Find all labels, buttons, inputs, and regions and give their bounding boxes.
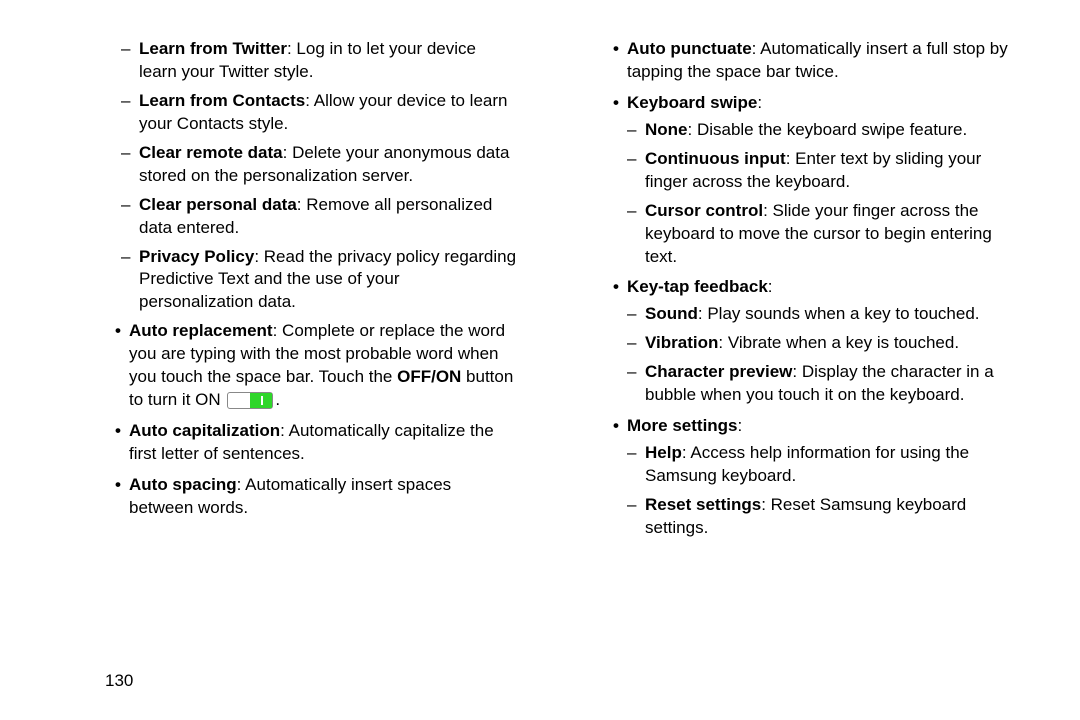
item-term: More settings — [627, 416, 738, 435]
list-item: Auto capitalization: Automatically capit… — [115, 420, 518, 466]
item-term: Keyboard swipe — [627, 93, 757, 112]
list-item: Learn from Contacts: Allow your device t… — [139, 90, 518, 136]
item-term: Cursor control — [645, 201, 763, 220]
list-item: Cursor control: Slide your finger across… — [645, 200, 1016, 269]
item-desc: : — [768, 277, 773, 296]
item-term: Privacy Policy — [139, 247, 254, 266]
item-term: Learn from Contacts — [139, 91, 305, 110]
list-item: Privacy Policy: Read the privacy policy … — [139, 246, 518, 315]
item-desc: : Access help information for using the … — [645, 443, 969, 485]
item-term: Auto replacement — [129, 321, 273, 340]
item-term: Auto spacing — [129, 475, 237, 494]
list-item: Clear remote data: Delete your anonymous… — [139, 142, 518, 188]
list-item: Vibration: Vibrate when a key is touched… — [645, 332, 1016, 355]
item-term: Clear remote data — [139, 143, 283, 162]
list-item: Continuous input: Enter text by sliding … — [645, 148, 1016, 194]
item-term: Character preview — [645, 362, 792, 381]
toggle-on-icon — [227, 392, 273, 409]
item-term: Reset settings — [645, 495, 761, 514]
item-desc: : Vibrate when a key is touched. — [718, 333, 959, 352]
list-item: Auto punctuate: Automatically insert a f… — [613, 38, 1016, 84]
list-item: Help: Access help information for using … — [645, 442, 1016, 488]
item-desc: : Play sounds when a key to touched. — [698, 304, 980, 323]
item-term: Clear personal data — [139, 195, 297, 214]
list-item: Clear personal data: Remove all personal… — [139, 194, 518, 240]
right-column: Auto punctuate: Automatically insert a f… — [528, 38, 1056, 720]
item-desc: : — [738, 416, 743, 435]
item-term: Auto capitalization — [129, 421, 280, 440]
item-term: None — [645, 120, 688, 139]
item-term: Learn from Twitter — [139, 39, 287, 58]
list-item: Learn from Twitter: Log in to let your d… — [139, 38, 518, 84]
list-item: More settings: Help: Access help informa… — [613, 415, 1016, 540]
list-item: Character preview: Display the character… — [645, 361, 1016, 407]
item-desc: : — [757, 93, 762, 112]
list-item: Key-tap feedback: Sound: Play sounds whe… — [613, 276, 1016, 407]
item-desc: . — [275, 390, 280, 409]
page-number: 130 — [105, 670, 133, 693]
item-term: Vibration — [645, 333, 718, 352]
item-term: Sound — [645, 304, 698, 323]
list-item: Reset settings: Reset Samsung keyboard s… — [645, 494, 1016, 540]
list-item: Sound: Play sounds when a key to touched… — [645, 303, 1016, 326]
list-item: Auto replacement: Complete or replace th… — [115, 320, 518, 412]
item-term: Continuous input — [645, 149, 786, 168]
item-desc: : Disable the keyboard swipe feature. — [688, 120, 968, 139]
item-term: Help — [645, 443, 682, 462]
list-item: None: Disable the keyboard swipe feature… — [645, 119, 1016, 142]
manual-page: Learn from Twitter: Log in to let your d… — [0, 0, 1080, 720]
list-item: Keyboard swipe: None: Disable the keyboa… — [613, 92, 1016, 269]
list-item: Auto spacing: Automatically insert space… — [115, 474, 518, 520]
item-term: Key-tap feedback — [627, 277, 768, 296]
left-column: Learn from Twitter: Log in to let your d… — [0, 38, 528, 720]
offon-label: OFF/ON — [397, 367, 461, 386]
item-term: Auto punctuate — [627, 39, 752, 58]
